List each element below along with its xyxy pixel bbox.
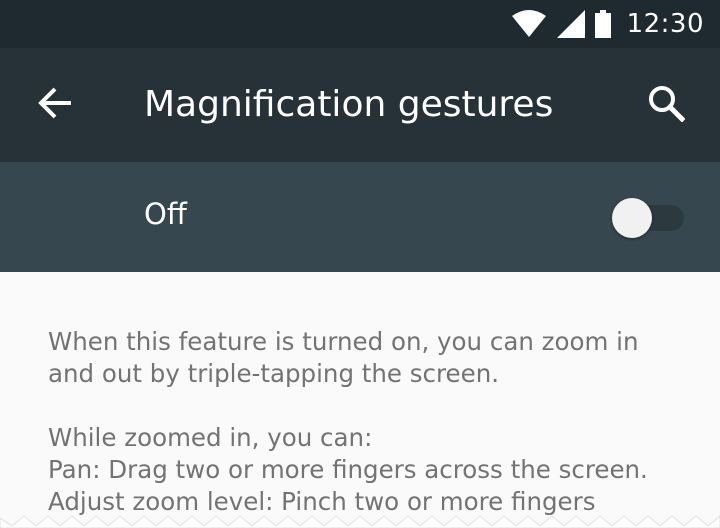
status-icons: 12:30 (511, 0, 704, 48)
description-content: When this feature is turned on, you can … (48, 272, 688, 518)
torn-edge (0, 515, 720, 528)
settings-screen: 12:30 Magnification gestures Off When th… (0, 0, 720, 528)
app-bar: Magnification gestures (0, 48, 720, 162)
toggle-thumb (612, 198, 652, 238)
switch-label: Off (144, 197, 187, 231)
battery-icon (594, 10, 611, 38)
page-title: Magnification gestures (144, 84, 554, 125)
cell-signal-icon (556, 10, 585, 38)
status-bar: 12:30 (0, 0, 720, 48)
search-icon (647, 84, 686, 126)
arrow-back-icon (38, 85, 74, 125)
status-time: 12:30 (626, 9, 704, 39)
description-paragraph: When this feature is turned on, you can … (48, 327, 639, 388)
magnification-toggle-switch[interactable] (612, 198, 688, 238)
back-button[interactable] (28, 81, 84, 129)
wifi-icon (511, 10, 547, 38)
search-button[interactable] (642, 81, 690, 129)
master-switch-bar[interactable]: Off (0, 162, 720, 272)
